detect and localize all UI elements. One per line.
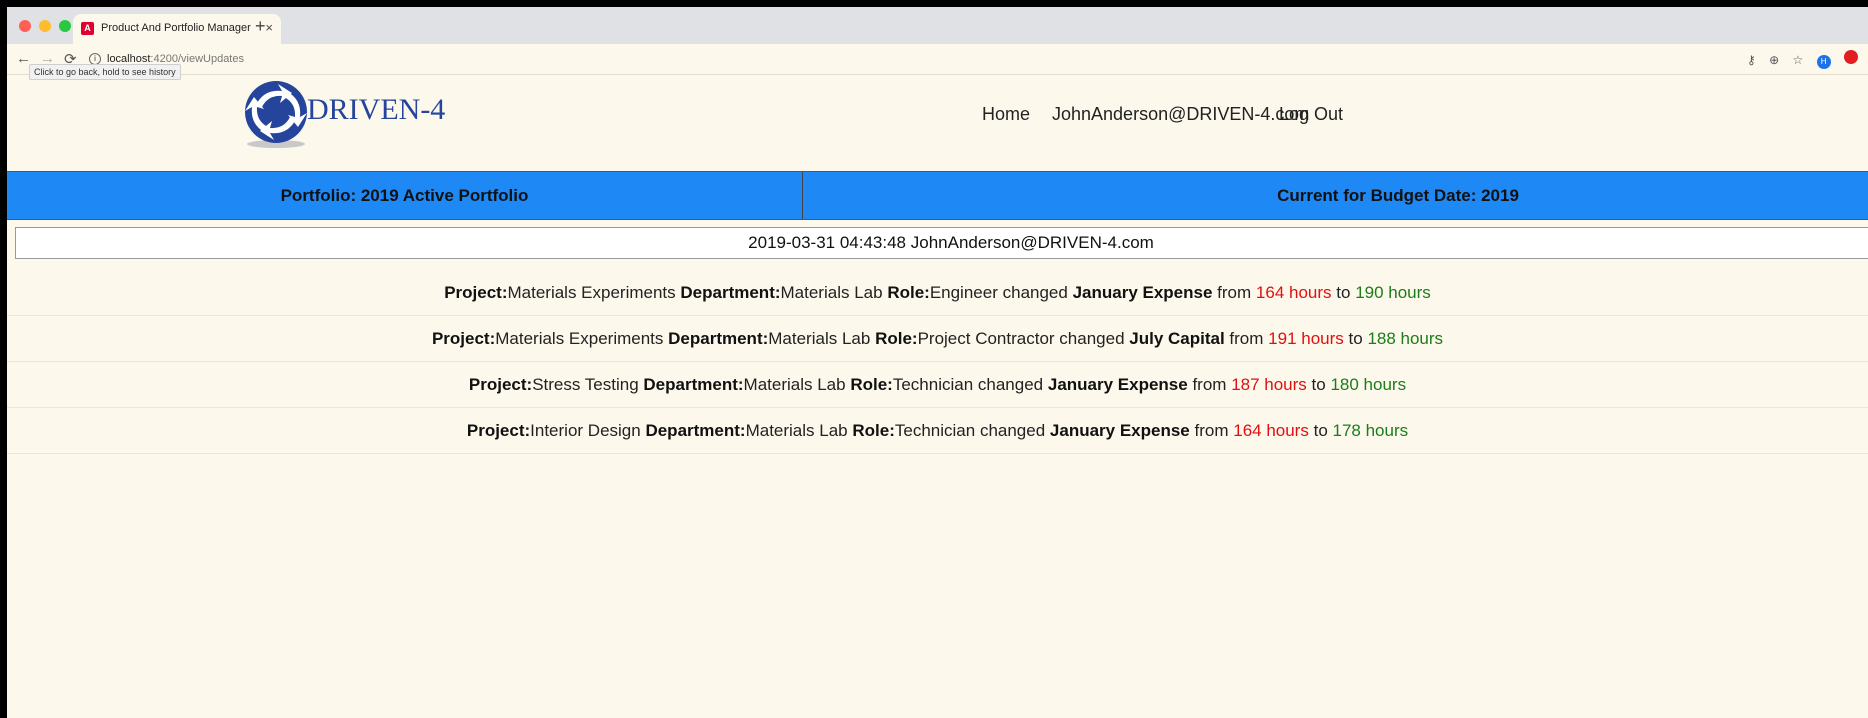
- role-label: Role:: [852, 421, 895, 440]
- role-value: Project Contractor: [917, 329, 1055, 348]
- department-label: Department:: [645, 421, 746, 440]
- update-row: Project:Materials Experiments Department…: [7, 316, 1868, 362]
- project-value: Interior Design: [530, 421, 641, 440]
- department-value: Materials Lab: [745, 421, 848, 440]
- to-value: 180 hours: [1330, 375, 1407, 394]
- from-text: from: [1229, 329, 1264, 348]
- project-label: Project:: [466, 421, 531, 440]
- department-label: Department:: [643, 375, 744, 394]
- project-value: Materials Experiments: [507, 283, 676, 302]
- browser-tab[interactable]: A Product And Portfolio Manager ×: [73, 14, 281, 44]
- tab-close-icon[interactable]: ×: [265, 20, 273, 35]
- role-label: Role:: [875, 329, 918, 348]
- update-group-header[interactable]: 2019-03-31 04:43:48 JohnAnderson@DRIVEN-…: [15, 227, 1868, 259]
- from-value: 191 hours: [1268, 329, 1344, 348]
- close-window-button[interactable]: [19, 20, 31, 32]
- changed-field: January Expense: [1047, 375, 1188, 394]
- changed-text: changed: [1002, 283, 1068, 302]
- changed-text: changed: [977, 375, 1044, 394]
- maximize-window-button[interactable]: [59, 20, 71, 32]
- from-text: from: [1192, 375, 1227, 394]
- changed-text: changed: [979, 421, 1046, 440]
- nav-logout-link[interactable]: Log Out: [1279, 104, 1343, 125]
- from-text: from: [1217, 283, 1252, 302]
- profile-avatar[interactable]: H: [1816, 55, 1831, 69]
- project-value: Stress Testing: [532, 375, 639, 394]
- to-value: 188 hours: [1367, 329, 1444, 348]
- department-label: Department:: [680, 283, 781, 302]
- changed-field: January Expense: [1072, 283, 1213, 302]
- minimize-window-button[interactable]: [39, 20, 51, 32]
- project-label: Project:: [431, 329, 496, 348]
- role-label: Role:: [850, 375, 893, 394]
- to-text: to: [1311, 375, 1326, 394]
- budget-date-title: Current for Budget Date: 2019: [1277, 186, 1519, 205]
- to-value: 190 hours: [1355, 283, 1431, 302]
- brand-name: DRIVEN-4: [307, 93, 446, 126]
- role-label: Role:: [887, 283, 930, 302]
- extension-icon[interactable]: [1844, 50, 1858, 64]
- department-value: Materials Lab: [743, 375, 846, 394]
- from-value: 164 hours: [1233, 421, 1309, 440]
- department-value: Materials Lab: [780, 283, 883, 302]
- project-label: Project:: [444, 283, 508, 302]
- toolbar-icons: ⚷ ⊕ ☆ H: [1747, 50, 1868, 69]
- update-row: Project:Stress Testing Department:Materi…: [7, 362, 1868, 408]
- address-bar[interactable]: i localhost:4200/viewUpdates: [89, 48, 1739, 70]
- back-tooltip: Click to go back, hold to see history: [29, 64, 181, 80]
- portfolio-title: Portfolio: 2019 Active Portfolio: [7, 172, 803, 219]
- changed-field: July Capital: [1129, 329, 1225, 348]
- role-value: Technician: [892, 375, 974, 394]
- star-icon[interactable]: ☆: [1793, 53, 1804, 67]
- key-icon[interactable]: ⚷: [1747, 53, 1756, 67]
- department-value: Materials Lab: [768, 329, 871, 348]
- app-header: DRIVEN-4 Home JohnAnderson@DRIVEN-4.com …: [7, 74, 1868, 170]
- from-text: from: [1194, 421, 1229, 440]
- nav-user-link[interactable]: JohnAnderson@DRIVEN-4.com: [1052, 104, 1309, 125]
- to-value: 178 hours: [1332, 421, 1409, 440]
- project-label: Project:: [468, 375, 533, 394]
- tab-strip: A Product And Portfolio Manager × +: [7, 7, 1868, 44]
- from-value: 187 hours: [1231, 375, 1307, 394]
- to-text: to: [1348, 329, 1363, 348]
- update-list: Project:Materials Experiments Department…: [7, 270, 1868, 454]
- project-value: Materials Experiments: [495, 329, 664, 348]
- nav-home-link[interactable]: Home: [982, 104, 1030, 125]
- browser-window: A Product And Portfolio Manager × + ← → …: [7, 7, 1868, 718]
- to-text: to: [1313, 421, 1328, 440]
- role-value: Engineer: [929, 283, 998, 302]
- browser-toolbar: ← → ⟳ i localhost:4200/viewUpdates ⚷ ⊕ ☆ …: [7, 44, 1868, 75]
- changed-text: changed: [1059, 329, 1125, 348]
- department-label: Department:: [668, 329, 769, 348]
- new-tab-button[interactable]: +: [255, 16, 266, 37]
- portfolio-banner: Portfolio: 2019 Active Portfolio Current…: [7, 171, 1868, 220]
- to-text: to: [1336, 283, 1351, 302]
- changed-field: January Expense: [1049, 421, 1190, 440]
- update-row: Project:Interior Design Department:Mater…: [7, 408, 1868, 454]
- zoom-icon[interactable]: ⊕: [1769, 53, 1779, 67]
- role-value: Technician: [894, 421, 976, 440]
- from-value: 164 hours: [1255, 283, 1332, 302]
- tab-title: Product And Portfolio Manager: [101, 22, 251, 34]
- update-row: Project:Materials Experiments Department…: [7, 270, 1868, 316]
- driven-logo-icon: [245, 81, 307, 148]
- angular-icon: A: [81, 22, 94, 35]
